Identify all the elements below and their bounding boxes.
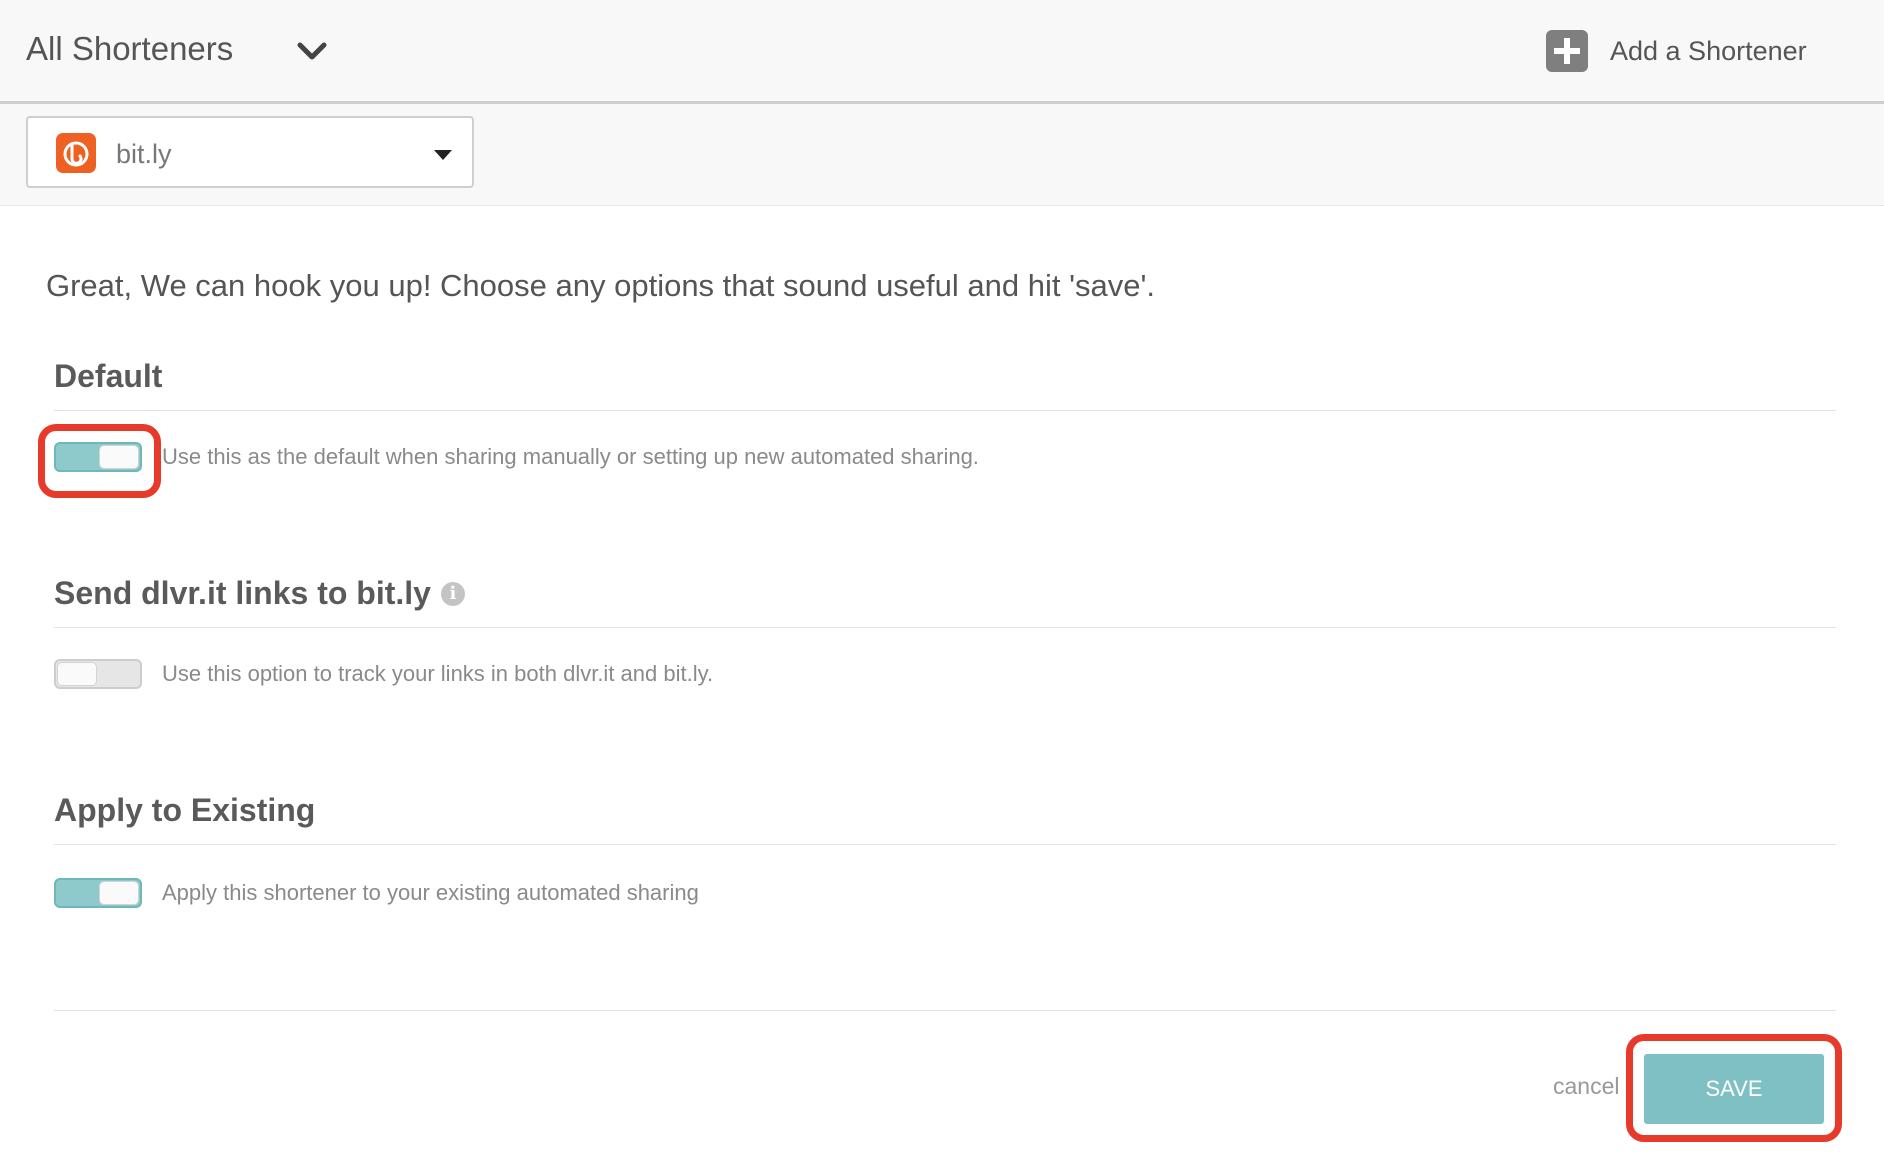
shortener-filter-title[interactable]: All Shorteners xyxy=(26,30,233,68)
top-bar: All Shorteners Add a Shortener xyxy=(0,0,1884,104)
section-default: Default Use this as the default when sha… xyxy=(54,358,1836,472)
apply-existing-toggle[interactable] xyxy=(54,878,142,908)
shortener-select-value: bit.ly xyxy=(116,139,172,169)
section-heading-text: Send dlvr.it links to bit.ly xyxy=(54,575,431,611)
section-heading: Default xyxy=(54,358,1836,395)
apply-existing-toggle-description: Apply this shortener to your existing au… xyxy=(162,880,699,905)
chevron-down-icon[interactable] xyxy=(295,36,329,66)
highlight-save-button xyxy=(1626,1034,1842,1142)
shortener-selector-strip: bit.ly xyxy=(0,104,1884,206)
highlight-default-toggle xyxy=(38,424,161,498)
footer-divider xyxy=(54,1010,1836,1011)
caret-down-icon xyxy=(434,150,452,160)
toggle-knob xyxy=(99,881,139,905)
info-icon[interactable]: i xyxy=(440,581,465,606)
plus-icon xyxy=(1546,30,1588,72)
divider xyxy=(54,844,1836,845)
shortener-select[interactable]: bit.ly xyxy=(26,116,474,188)
divider xyxy=(54,410,1836,411)
send-links-toggle-description: Use this option to track your links in b… xyxy=(162,661,714,686)
send-links-toggle[interactable] xyxy=(54,659,142,689)
section-heading-text: Apply to Existing xyxy=(54,792,316,828)
section-apply-existing: Apply to Existing Apply this shortener t… xyxy=(54,792,1836,908)
apply-existing-toggle-row: Apply this shortener to your existing au… xyxy=(54,878,699,908)
divider xyxy=(54,627,1836,628)
add-shortener-button[interactable]: Add a Shortener xyxy=(1546,28,1807,74)
toggle-knob xyxy=(57,662,97,686)
bitly-logo-icon xyxy=(56,133,96,173)
add-shortener-label: Add a Shortener xyxy=(1610,35,1807,66)
default-toggle-row: Use this as the default when sharing man… xyxy=(54,442,979,472)
section-heading: Send dlvr.it links to bit.ly i xyxy=(54,575,1836,612)
cancel-link[interactable]: cancel xyxy=(1553,1073,1619,1100)
section-heading: Apply to Existing xyxy=(54,792,1836,829)
send-links-toggle-row: Use this option to track your links in b… xyxy=(54,659,713,689)
intro-text: Great, We can hook you up! Choose any op… xyxy=(46,268,1156,303)
default-toggle-description: Use this as the default when sharing man… xyxy=(162,444,979,469)
section-send-links: Send dlvr.it links to bit.ly i Use this … xyxy=(54,575,1836,689)
section-heading-text: Default xyxy=(54,358,163,394)
